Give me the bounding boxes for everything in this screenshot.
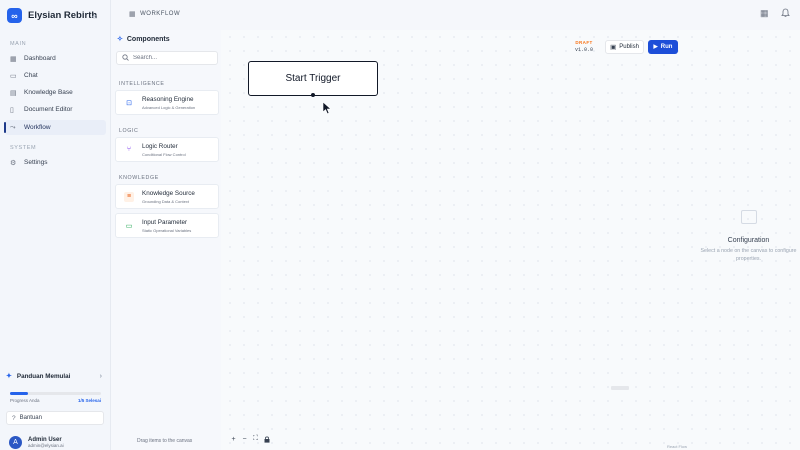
category-intelligence: INTELLIGENCE bbox=[119, 81, 165, 87]
progress-value: 1/5 Selesai bbox=[77, 398, 101, 403]
sidebar: ∞ Elysian Rebirth « MAIN ▦ Dashboard ▭ C… bbox=[0, 0, 111, 450]
category-knowledge: KNOWLEDGE bbox=[119, 175, 159, 181]
sidebar-item-settings[interactable]: ⚙ Settings bbox=[5, 155, 106, 170]
avatar: A bbox=[9, 436, 22, 449]
zoom-in-icon[interactable]: + bbox=[228, 434, 239, 444]
component-card-logic-router[interactable]: ⑂ Logic Router Conditional Flow Control bbox=[115, 137, 219, 162]
component-card-input-parameter[interactable]: ▭ Input Parameter Static Operational Var… bbox=[115, 213, 219, 238]
category-logic: LOGIC bbox=[119, 128, 139, 134]
help-button[interactable]: ? Bantuan bbox=[6, 411, 104, 425]
search-input[interactable] bbox=[133, 55, 213, 61]
sidebar-item-label: Workflow bbox=[24, 124, 51, 131]
run-button[interactable]: ▶ Run bbox=[648, 40, 678, 54]
chevron-right-icon: › bbox=[99, 372, 102, 380]
config-description-2: properties. bbox=[735, 255, 762, 262]
card-subtitle: Grounding Data & Context bbox=[142, 198, 189, 204]
sidebar-item-document-editor[interactable]: ▯ Document Editor bbox=[5, 102, 106, 117]
component-card-knowledge-source[interactable]: ≡ Knowledge Source Grounding Data & Cont… bbox=[115, 184, 219, 209]
card-title: Logic Router bbox=[142, 142, 178, 150]
gear-icon: ⚙ bbox=[10, 159, 17, 167]
bot-icon: ⊡ bbox=[126, 99, 132, 107]
run-label: Run bbox=[660, 44, 673, 50]
sidebar-item-dashboard[interactable]: ▦ Dashboard bbox=[5, 51, 106, 66]
sidebar-item-label: Document Editor bbox=[24, 106, 73, 113]
zoom-out-icon[interactable]: − bbox=[239, 434, 250, 444]
card-title: Knowledge Source bbox=[142, 189, 195, 197]
sidebar-item-knowledge-base[interactable]: ▤ Knowledge Base bbox=[5, 85, 106, 100]
react-flow-attribution[interactable]: React Flow bbox=[667, 444, 687, 449]
help-label: Bantuan bbox=[19, 415, 42, 421]
search-icon bbox=[122, 53, 129, 63]
breadcrumb: ▦ WORKFLOW bbox=[129, 10, 180, 18]
zoom-controls: + − ⛶ bbox=[228, 434, 272, 444]
puzzle-icon: ✧ bbox=[117, 36, 123, 43]
sidebar-item-label: Settings bbox=[24, 159, 48, 166]
help-circle-icon: ? bbox=[12, 414, 16, 422]
card-title: Reasoning Engine bbox=[142, 95, 194, 103]
card-title: Input Parameter bbox=[142, 218, 188, 226]
draft-badge: DRAFT bbox=[575, 40, 593, 45]
card-subtitle: Advanced Logic & Generation bbox=[142, 104, 196, 110]
dashboard-icon: ▦ bbox=[10, 55, 17, 63]
progress-fill bbox=[10, 392, 29, 395]
file-text-icon: ≡ bbox=[124, 191, 134, 202]
minimap[interactable] bbox=[611, 386, 629, 390]
component-card-reasoning-engine[interactable]: ⊡ Reasoning Engine Advanced Logic & Gene… bbox=[115, 90, 219, 115]
infinity-logo-icon: ∞ bbox=[7, 8, 22, 23]
rocket-icon: ✦ bbox=[6, 373, 12, 380]
card-subtitle: Conditional Flow Control bbox=[142, 151, 186, 157]
play-icon: ▶ bbox=[653, 44, 658, 50]
getting-started-guide[interactable]: ✦ Panduan Memulai › Progress Anda 1/5 Se… bbox=[6, 372, 102, 404]
book-icon: ▤ bbox=[10, 89, 17, 97]
breadcrumb-label: WORKFLOW bbox=[140, 11, 181, 17]
user-profile[interactable]: A Admin User admin@elysian.ai bbox=[9, 436, 64, 449]
sidebar-item-label: Chat bbox=[24, 72, 38, 79]
node-output-handle[interactable] bbox=[311, 93, 315, 97]
config-title: Configuration bbox=[727, 237, 770, 244]
chevrons-left-icon[interactable]: « bbox=[92, 11, 97, 21]
mouse-cursor-icon bbox=[322, 101, 332, 120]
message-square-icon: ▭ bbox=[125, 222, 133, 230]
git-branch-icon: ⑂ bbox=[126, 146, 132, 153]
progress-label: Progress Anda bbox=[10, 398, 40, 403]
panel-title: Components bbox=[126, 35, 170, 43]
sidebar-item-chat[interactable]: ▭ Chat bbox=[5, 68, 106, 83]
card-subtitle: Static Operational Variables bbox=[142, 227, 192, 233]
workflow-node-start-trigger[interactable]: Start Trigger bbox=[248, 61, 378, 96]
settings-placeholder-icon bbox=[740, 210, 757, 224]
version-status: DRAFT v1.0.0 bbox=[572, 40, 596, 53]
config-description: Select a node on the canvas to configure bbox=[700, 248, 797, 254]
brand[interactable]: ∞ Elysian Rebirth bbox=[7, 8, 97, 23]
lock-icon[interactable] bbox=[261, 434, 272, 444]
progress-bar bbox=[10, 392, 101, 395]
save-icon: ▣ bbox=[610, 44, 617, 51]
publish-button[interactable]: ▣ Publish bbox=[605, 40, 644, 54]
node-label: Start Trigger bbox=[285, 73, 341, 84]
canvas-hint: Drag items to the canvas bbox=[137, 438, 193, 444]
workflow-icon: ⤳ bbox=[10, 123, 16, 131]
version-label: v1.0.0 bbox=[574, 47, 593, 53]
section-label-system: SYSTEM bbox=[10, 145, 37, 151]
sidebar-item-workflow[interactable]: ⤳ Workflow bbox=[4, 120, 106, 135]
bell-icon[interactable] bbox=[781, 8, 790, 20]
search-box[interactable] bbox=[116, 51, 218, 65]
grid-icon: ▦ bbox=[129, 11, 137, 18]
user-email: admin@elysian.ai bbox=[28, 443, 64, 448]
sidebar-item-label: Knowledge Base bbox=[24, 89, 73, 96]
document-icon: ▯ bbox=[10, 106, 14, 114]
chat-icon: ▭ bbox=[10, 72, 17, 80]
app-name: Elysian Rebirth bbox=[28, 10, 98, 21]
sidebar-item-label: Dashboard bbox=[24, 55, 56, 62]
guide-title: Panduan Memulai bbox=[16, 372, 71, 380]
apps-grid-icon[interactable]: ▦ bbox=[760, 8, 769, 19]
publish-label: Publish bbox=[619, 44, 639, 50]
fit-view-icon[interactable]: ⛶ bbox=[250, 434, 261, 444]
section-label-main: MAIN bbox=[10, 41, 27, 47]
configuration-panel: Configuration Select a node on the canva… bbox=[697, 210, 800, 264]
